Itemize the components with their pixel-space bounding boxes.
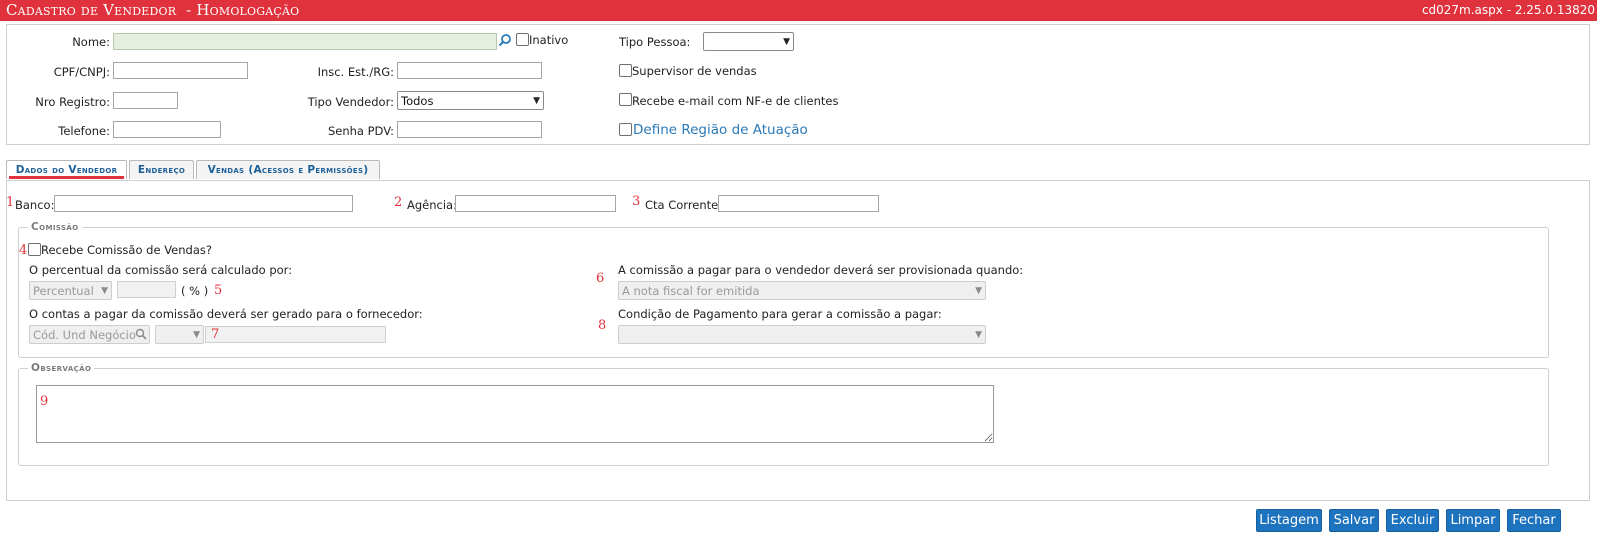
- cta-corrente-label: Cta Corrente:: [645, 198, 723, 212]
- define-regiao-link[interactable]: Define Região de Atuação: [633, 122, 808, 138]
- marker-9: 9: [40, 394, 49, 409]
- search-icon[interactable]: [498, 33, 512, 47]
- recebe-comissao-label: Recebe Comissão de Vendas?: [41, 243, 212, 257]
- insc-input[interactable]: [397, 62, 542, 79]
- tipo-vendedor-select[interactable]: Todos ▼: [397, 91, 544, 110]
- supervisor-checkbox[interactable]: [619, 64, 632, 77]
- senha-input[interactable]: [397, 121, 542, 138]
- agencia-input[interactable]: [455, 195, 616, 212]
- salvar-button[interactable]: Salvar: [1329, 509, 1379, 532]
- recebe-comissao-checkbox[interactable]: [28, 243, 41, 256]
- condicao-text: Condição de Pagamento para gerar a comis…: [618, 307, 942, 321]
- contas-pagar-text: O contas a pagar da comissão deverá ser …: [29, 307, 423, 321]
- title-bar: Cadastro de Vendedor - Homologação cd027…: [0, 0, 1597, 21]
- tipo-pessoa-label: Tipo Pessoa:: [619, 35, 691, 49]
- marker-3: 3: [632, 194, 641, 209]
- observacao-legend: Observação: [28, 362, 95, 374]
- percentual-text: O percentual da comissão será calculado …: [29, 263, 293, 277]
- fechar-button[interactable]: Fechar: [1507, 509, 1561, 532]
- insc-label: Insc. Est./RG:: [317, 65, 394, 79]
- percentual-value: Percentual: [33, 283, 94, 298]
- chevron-down-icon: ▼: [783, 36, 790, 47]
- cpf-label: CPF/CNPJ:: [53, 65, 110, 79]
- chevron-down-icon: ▼: [101, 285, 108, 296]
- page-title: Cadastro de Vendedor - Homologação: [6, 1, 300, 19]
- version-label: cd027m.aspx - 2.25.0.13820: [1421, 3, 1595, 17]
- search-icon[interactable]: [135, 328, 147, 343]
- cpf-input[interactable]: [113, 62, 248, 79]
- marker-6: 6: [596, 271, 605, 286]
- excluir-button[interactable]: Excluir: [1386, 509, 1439, 532]
- banco-label: Banco:: [15, 198, 55, 212]
- fornecedor-select[interactable]: ▼: [155, 325, 204, 344]
- percent-suffix: ( % ): [181, 284, 209, 298]
- tab-dados-vendedor[interactable]: Dados do Vendedor: [6, 160, 127, 179]
- senha-label: Senha PDV:: [327, 124, 394, 138]
- chevron-down-icon: ▼: [193, 329, 200, 340]
- provisionada-select[interactable]: A nota fiscal for emitida ▼: [618, 281, 986, 300]
- tipo-pessoa-select[interactable]: ▼: [703, 32, 794, 51]
- marker-5: 5: [214, 283, 223, 298]
- und-negocio-placeholder: Cód. Und Negócio: [33, 328, 136, 342]
- observacao-textarea[interactable]: [36, 385, 994, 443]
- marker-1: 1: [6, 195, 15, 210]
- marker-2: 2: [394, 195, 403, 210]
- telefone-input[interactable]: [113, 121, 221, 138]
- percentual-select[interactable]: Percentual ▼: [29, 281, 112, 300]
- nome-input[interactable]: [113, 33, 497, 50]
- agencia-label: Agência:: [407, 198, 457, 212]
- banco-input[interactable]: [54, 195, 353, 212]
- recebe-email-label: Recebe e-mail com NF-e de clientes: [632, 94, 839, 108]
- marker-4: 4: [19, 243, 28, 258]
- supervisor-label: Supervisor de vendas: [632, 64, 757, 78]
- nome-label: Nome:: [72, 35, 110, 49]
- provisionada-text: A comissão a pagar para o vendedor dever…: [618, 263, 1024, 277]
- tab-vendas[interactable]: Vendas (Acessos e Permissões): [196, 160, 380, 179]
- inativo-label: Inativo: [529, 33, 569, 47]
- listagem-button[interactable]: Listagem: [1256, 509, 1322, 532]
- tipo-vendedor-value: Todos: [401, 93, 434, 108]
- comissao-legend: Comissão: [28, 221, 82, 233]
- define-regiao-checkbox[interactable]: [619, 123, 632, 136]
- inativo-checkbox[interactable]: [516, 33, 529, 46]
- telefone-label: Telefone:: [58, 124, 110, 138]
- tab-endereco[interactable]: Endereço: [129, 160, 194, 179]
- nro-registro-label: Nro Registro:: [35, 95, 110, 109]
- percentual-input[interactable]: [117, 281, 176, 298]
- provisionada-value: A nota fiscal for emitida: [622, 283, 760, 298]
- chevron-down-icon: ▼: [533, 95, 540, 106]
- chevron-down-icon: ▼: [975, 285, 982, 296]
- tipo-vendedor-label: Tipo Vendedor:: [307, 95, 394, 109]
- und-negocio-field[interactable]: Cód. Und Negócio: [29, 325, 150, 344]
- nro-registro-input[interactable]: [113, 92, 178, 109]
- marker-8: 8: [598, 318, 607, 333]
- fornecedor-name-input[interactable]: [205, 326, 386, 343]
- condicao-select[interactable]: ▼: [618, 325, 986, 344]
- limpar-button[interactable]: Limpar: [1446, 509, 1500, 532]
- chevron-down-icon: ▼: [975, 329, 982, 340]
- cta-corrente-input[interactable]: [718, 195, 879, 212]
- marker-7: 7: [211, 327, 220, 342]
- recebe-email-checkbox[interactable]: [619, 93, 632, 106]
